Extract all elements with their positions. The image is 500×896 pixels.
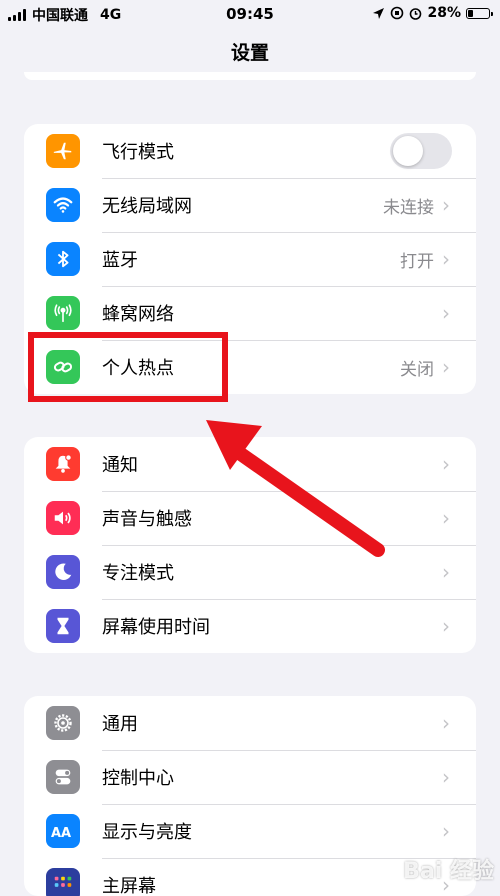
annotation-arrow <box>206 420 385 557</box>
watermark: Bai 经验 <box>403 859 494 884</box>
